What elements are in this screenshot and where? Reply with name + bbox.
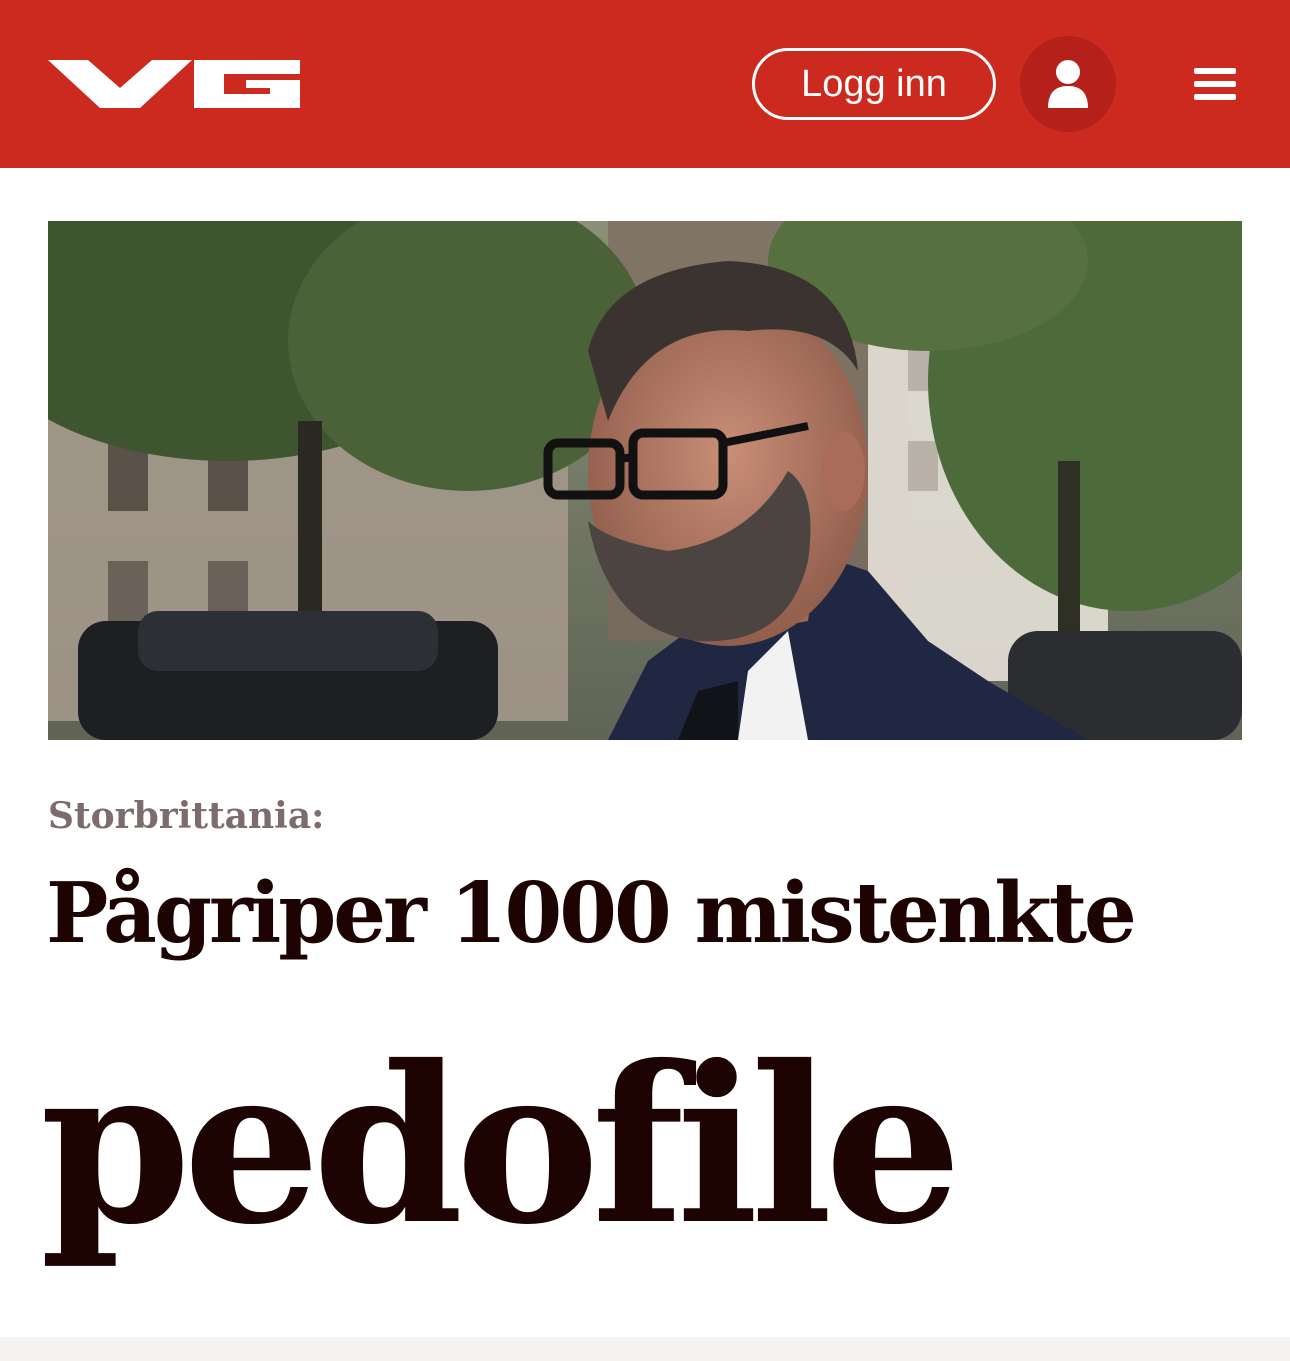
article-hero-image[interactable]: [48, 221, 1242, 740]
login-button[interactable]: Logg inn: [752, 48, 996, 120]
vg-logo[interactable]: VG: [48, 60, 300, 108]
hero-photo: [48, 221, 1242, 740]
article-headline-line-2[interactable]: pedofile: [40, 980, 1260, 1310]
user-account-button[interactable]: [1020, 36, 1116, 132]
next-section-divider: [0, 1337, 1290, 1361]
article-headline-line-1[interactable]: Pågriper 1000 mistenkte: [46, 852, 1246, 974]
top-navigation-bar: VG Logg inn: [0, 0, 1290, 168]
article-kicker[interactable]: Storbrittania:: [48, 788, 324, 844]
hamburger-menu-button[interactable]: [1186, 60, 1242, 108]
hamburger-menu-icon: [1194, 68, 1236, 74]
user-icon: [1048, 60, 1088, 108]
